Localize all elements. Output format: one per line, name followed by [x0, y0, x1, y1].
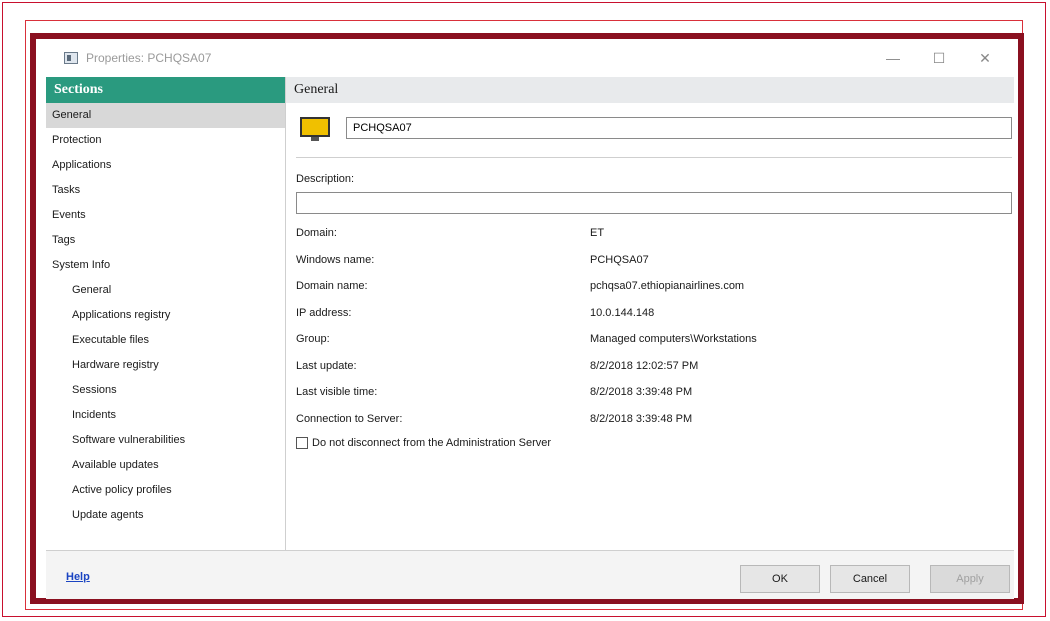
property-label: Last visible time: — [296, 386, 378, 398]
sections-list: General Protection Applications Tasks Events… — [46, 103, 285, 528]
apply-button[interactable]: Apply — [930, 565, 1010, 593]
window-controls: — ☐ ✕ — [870, 39, 1008, 77]
sidebar-item-active-policy-profiles-sub[interactable]: Active policy profiles — [46, 478, 285, 503]
maximize-icon[interactable]: ☐ — [916, 50, 962, 67]
divider — [296, 157, 1012, 158]
property-value: 10.0.144.148 — [590, 306, 655, 319]
general-panel: General Description: Domain: ET Windows na… — [286, 77, 1014, 550]
property-row: Last update: 8/2/2018 12:02:57 PM — [296, 360, 1012, 380]
sidebar-item-software-vulnerabilities-sub[interactable]: Software vulnerabilities — [46, 428, 285, 453]
sections-header: Sections — [46, 77, 285, 103]
property-value: PCHQSA07 — [590, 253, 649, 266]
property-label: Domain: — [296, 227, 337, 239]
sidebar-item-tasks[interactable]: Tasks — [46, 178, 285, 203]
sidebar-item-update-agents-sub[interactable]: Update agents — [46, 503, 285, 528]
sidebar-item-executable-files-sub[interactable]: Executable files — [46, 328, 285, 353]
sidebar-item-available-updates-sub[interactable]: Available updates — [46, 453, 285, 478]
do-not-disconnect-label: Do not disconnect from the Administratio… — [312, 437, 552, 449]
property-value: 8/2/2018 3:39:48 PM — [590, 412, 693, 425]
property-row: Group: Managed computers\Workstations — [296, 333, 1012, 353]
sidebar-item-sessions-sub[interactable]: Sessions — [46, 378, 285, 403]
app-icon — [64, 52, 78, 64]
dialog-footer: Help OK Cancel Apply — [46, 550, 1014, 599]
sidebar-item-hardware-registry-sub[interactable]: Hardware registry — [46, 353, 285, 378]
cancel-button[interactable]: Cancel — [830, 565, 910, 593]
title-bar[interactable]: Properties: PCHQSA07 — ☐ ✕ — [36, 39, 1018, 77]
computer-name-field[interactable] — [346, 117, 1012, 139]
property-label: Group: — [296, 333, 330, 345]
computer-icon — [300, 117, 330, 141]
property-row: Last visible time: 8/2/2018 3:39:48 PM — [296, 386, 1012, 406]
property-row: Windows name: PCHQSA07 — [296, 254, 1012, 274]
property-label: Connection to Server: — [296, 412, 403, 425]
property-value: pchqsa07.ethiopianairlines.com — [590, 280, 745, 292]
sidebar-item-protection[interactable]: Protection — [46, 128, 285, 153]
property-value: 8/2/2018 12:02:57 PM — [590, 359, 699, 372]
property-label: Windows name: — [296, 253, 375, 266]
sidebar-item-system-info[interactable]: System Info — [46, 253, 285, 278]
property-label: Last update: — [296, 359, 357, 372]
panel-title: General — [286, 77, 1014, 103]
sidebar-item-events[interactable]: Events — [46, 203, 285, 228]
property-value: ET — [590, 227, 605, 239]
ok-button[interactable]: OK — [740, 565, 820, 593]
do-not-disconnect-option[interactable]: Do not disconnect from the Administratio… — [296, 437, 551, 449]
do-not-disconnect-checkbox[interactable] — [296, 437, 308, 449]
property-row: Connection to Server: 8/2/2018 3:39:48 PM — [296, 413, 1012, 433]
property-value: Managed computers\Workstations — [590, 333, 757, 345]
properties-window: Properties: PCHQSA07 — ☐ ✕ Sections Gene… — [30, 33, 1024, 604]
sidebar-item-general-sub[interactable]: General — [46, 278, 285, 303]
window-title: Properties: PCHQSA07 — [86, 51, 212, 65]
minimize-icon[interactable]: — — [870, 50, 916, 66]
sidebar-item-tags[interactable]: Tags — [46, 228, 285, 253]
property-value: 8/2/2018 3:39:48 PM — [590, 386, 693, 398]
property-row: Domain name: pchqsa07.ethiopianairlines.c… — [296, 280, 1012, 300]
help-link[interactable]: Help — [66, 571, 90, 583]
property-row: Domain: ET — [296, 227, 1012, 247]
close-icon[interactable]: ✕ — [962, 50, 1008, 67]
property-row: IP address: 10.0.144.148 — [296, 307, 1012, 327]
description-label: Description: — [296, 173, 355, 185]
sidebar-item-general[interactable]: General — [46, 103, 285, 128]
sidebar-item-incidents-sub[interactable]: Incidents — [46, 403, 285, 428]
description-field[interactable] — [296, 192, 1012, 214]
sidebar-item-applications-registry-sub[interactable]: Applications registry — [46, 303, 285, 328]
sections-sidebar: Sections General Protection Applications Ta… — [46, 77, 286, 550]
property-label: IP address: — [296, 306, 352, 319]
property-label: Domain name: — [296, 280, 368, 292]
sidebar-item-applications[interactable]: Applications — [46, 153, 285, 178]
